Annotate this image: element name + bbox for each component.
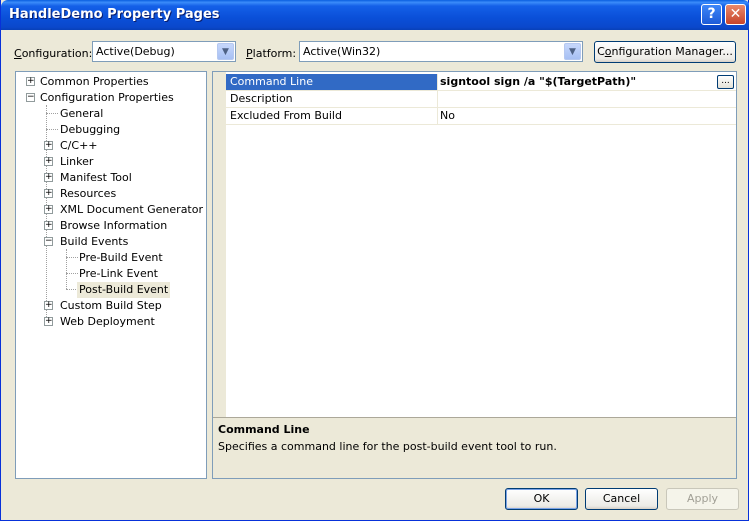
tree-item-configuration-properties[interactable]: − Configuration Properties [16, 90, 206, 106]
close-button[interactable]: ✕ [725, 4, 746, 25]
description-title: Command Line [218, 423, 310, 436]
category-tree[interactable]: + Common Properties − Configuration Prop… [15, 71, 207, 479]
title-bar: HandleDemo Property Pages ? ✕ [1, 0, 749, 30]
collapse-icon[interactable]: − [26, 93, 35, 102]
tree-item-general[interactable]: General [16, 106, 206, 122]
configuration-manager-button[interactable]: Configuration Manager... [594, 41, 736, 63]
tree-item-web-deployment[interactable]: + Web Deployment [16, 314, 206, 330]
chevron-down-icon: ▼ [564, 43, 581, 60]
property-pages-dialog: HandleDemo Property Pages ? ✕ Configurat… [0, 0, 749, 521]
tree-item-common-properties[interactable]: + Common Properties [16, 74, 206, 90]
property-name: Description [226, 91, 438, 107]
tree-item-post-build-event[interactable]: Post-Build Event [16, 282, 206, 298]
tree-item-build-events[interactable]: − Build Events [16, 234, 206, 250]
ok-button[interactable]: OK [505, 488, 578, 510]
cancel-button[interactable]: Cancel [585, 488, 658, 510]
tree-item-linker[interactable]: + Linker [16, 154, 206, 170]
ellipsis-button[interactable]: ... [717, 75, 734, 89]
configuration-dropdown[interactable]: Active(Debug) ▼ [92, 41, 236, 62]
help-button[interactable]: ? [701, 4, 722, 25]
configuration-label: Configuration: [14, 47, 93, 60]
help-icon: ? [707, 6, 716, 22]
expand-icon[interactable]: + [44, 221, 53, 230]
property-name: Excluded From Build [226, 108, 438, 124]
apply-button[interactable]: Apply [666, 488, 739, 510]
expand-icon[interactable]: + [44, 173, 53, 182]
expand-icon[interactable]: + [26, 77, 35, 86]
expand-icon[interactable]: + [44, 189, 53, 198]
platform-label: Platform: [246, 47, 297, 60]
grid-row-command-line[interactable]: Command Line signtool sign /a "$(TargetP… [226, 74, 736, 91]
tree-item-pre-link-event[interactable]: Pre-Link Event [16, 266, 206, 282]
configuration-value: Active(Debug) [96, 45, 175, 58]
expand-icon[interactable]: + [44, 141, 53, 150]
property-value-command-line[interactable]: signtool sign /a "$(TargetPath)" [440, 74, 636, 90]
tree-item-custom-build-step[interactable]: + Custom Build Step [16, 298, 206, 314]
property-value-excluded-from-build[interactable]: No [440, 108, 455, 124]
property-name: Command Line [226, 74, 438, 90]
tree-item-c-cpp[interactable]: + C/C++ [16, 138, 206, 154]
description-text: Specifies a command line for the post-bu… [218, 440, 557, 453]
tree-item-debugging[interactable]: Debugging [16, 122, 206, 138]
grid-gutter [213, 72, 226, 417]
expand-icon[interactable]: + [44, 157, 53, 166]
window-title: HandleDemo Property Pages [9, 7, 220, 22]
tree-item-resources[interactable]: + Resources [16, 186, 206, 202]
description-panel: Command Line Specifies a command line fo… [213, 417, 736, 478]
expand-icon[interactable]: + [44, 317, 53, 326]
tree-item-browse-information[interactable]: + Browse Information [16, 218, 206, 234]
property-grid: Command Line signtool sign /a "$(TargetP… [212, 71, 737, 479]
tree-item-xml-document-generator[interactable]: + XML Document Generator [16, 202, 206, 218]
tree-item-pre-build-event[interactable]: Pre-Build Event [16, 250, 206, 266]
close-icon: ✕ [729, 6, 742, 22]
collapse-icon[interactable]: − [44, 237, 53, 246]
tree-item-manifest-tool[interactable]: + Manifest Tool [16, 170, 206, 186]
grid-row-description[interactable]: Description [226, 91, 736, 108]
chevron-down-icon: ▼ [217, 43, 234, 60]
platform-value: Active(Win32) [303, 45, 381, 58]
expand-icon[interactable]: + [44, 301, 53, 310]
grid-row-excluded-from-build[interactable]: Excluded From Build No [226, 108, 736, 125]
expand-icon[interactable]: + [44, 205, 53, 214]
platform-dropdown[interactable]: Active(Win32) ▼ [299, 41, 583, 62]
